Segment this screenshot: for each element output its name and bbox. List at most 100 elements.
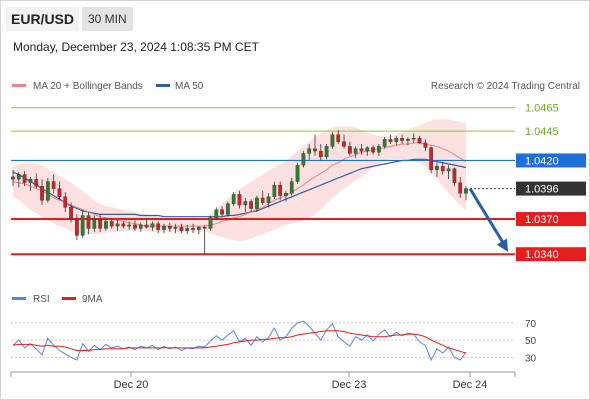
rsi-tick-label: 50 — [525, 336, 537, 347]
rsi-legend-swatch — [12, 297, 26, 300]
ma50-legend-label: MA 50 — [175, 81, 204, 92]
candle-bull-body — [16, 174, 21, 180]
candle-bear-body — [75, 218, 79, 236]
candle-bull-body — [307, 148, 312, 154]
candle-bear-body — [359, 148, 364, 152]
candle-bear-body — [400, 138, 404, 141]
candle-bull-body — [272, 184, 277, 197]
candle-bull-body — [394, 138, 399, 142]
candle-bear-body — [417, 138, 422, 144]
candle-bear-body — [249, 201, 253, 209]
rsi-ma-legend-label: 9MA — [82, 294, 103, 305]
resistance-label: 1.0465 — [525, 103, 559, 115]
candle-bull-body — [45, 181, 50, 201]
forecast-arrow — [468, 187, 508, 252]
candle-bear-body — [388, 139, 393, 142]
candle-bear-body — [342, 141, 346, 147]
x-tick-label: Dec 20 — [114, 379, 149, 391]
candle-bull-body — [243, 201, 248, 206]
candle-bear-body — [69, 207, 73, 220]
candle-bull-body — [80, 215, 85, 236]
candle-bull-body — [284, 193, 288, 196]
x-axis: Dec 20 Dec 23 Dec 24 — [10, 372, 516, 391]
candle-bull-body — [226, 203, 230, 215]
candle-bear-body — [156, 223, 161, 230]
support-label: 1.0370 — [525, 214, 559, 226]
ma20-legend-swatch — [12, 84, 26, 87]
candle-bear-body — [133, 224, 137, 229]
candle-bull-body — [464, 188, 468, 194]
current-price-label: 1.0396 — [525, 184, 559, 196]
rsi-legend-label: RSI — [33, 294, 50, 305]
price-chart: MA 20 + Bollinger Bands MA 50 Research ©… — [10, 81, 586, 391]
candle-bear-body — [423, 142, 428, 148]
candle-bull-body — [208, 217, 213, 229]
candle-bear-body — [191, 228, 195, 230]
candle-bull-body — [185, 228, 190, 231]
candle-bear-body — [109, 221, 114, 227]
candle-bull-body — [255, 197, 259, 209]
x-tick-label: Dec 24 — [453, 379, 488, 391]
candle-bear-body — [34, 179, 39, 187]
candle-bull-body — [231, 194, 236, 204]
candle-bull-body — [162, 225, 166, 230]
candle-bull-body — [406, 139, 410, 141]
candle-bear-body — [318, 150, 323, 158]
candle-bear-body — [440, 166, 445, 172]
candle-bear-body — [63, 196, 68, 208]
candle-bull-body — [377, 146, 381, 153]
candle — [301, 151, 306, 168]
candle-bear-body — [51, 181, 56, 189]
candle — [45, 178, 50, 203]
ma50-legend-swatch — [156, 84, 170, 87]
ma20-legend-label: MA 20 + Bollinger Bands — [33, 81, 143, 92]
candle-bear-body — [22, 174, 27, 183]
rsi-panel: 70 50 30 — [11, 319, 537, 364]
candle-bull-body — [324, 146, 329, 158]
x-tick-label: Dec 23 — [332, 379, 367, 391]
source-label: Research © 2024 Trading Central — [431, 81, 580, 92]
candle-bull-body — [138, 224, 143, 229]
candle — [330, 132, 335, 149]
candle-bear-body — [179, 227, 184, 231]
resistance-label: 1.0445 — [525, 126, 559, 138]
candle-bull-body — [104, 221, 108, 229]
support-label: 1.0340 — [525, 249, 559, 261]
candle-bull-body — [353, 148, 358, 154]
pivot-label: 1.0420 — [525, 155, 559, 167]
candle-bull-body — [266, 196, 271, 203]
candle-bull-body — [214, 209, 219, 219]
candle-bear-body — [98, 218, 102, 229]
rsi-tick-label: 30 — [525, 353, 537, 364]
candle — [429, 146, 434, 174]
candle-bear-body — [336, 134, 341, 142]
forecast-arrow-shaft — [468, 187, 507, 247]
candle-bear-body — [121, 223, 126, 227]
candle-bull-body — [301, 153, 306, 166]
rsi-tick-label: 70 — [525, 319, 537, 330]
candle-bear-body — [371, 147, 375, 153]
candle-bull-body — [127, 224, 132, 227]
candle-bull-body — [330, 134, 335, 147]
candle-bull-body — [92, 218, 97, 229]
candle-bull-body — [295, 164, 300, 182]
candle-bear-body — [167, 225, 172, 229]
candle — [226, 201, 230, 217]
candle-bear-body — [452, 168, 457, 183]
candle-bull-body — [411, 138, 416, 140]
candle-bull-body — [150, 223, 155, 228]
candle-bear-body — [57, 188, 62, 197]
candle-bear-body — [347, 146, 352, 154]
candle-bull-body — [289, 181, 294, 194]
candle-bear-body — [86, 215, 91, 229]
candle-bear-body — [40, 186, 44, 201]
candle-bear-body — [11, 176, 15, 180]
candle-bear-body — [260, 197, 265, 203]
candle-bull-body — [115, 223, 120, 227]
candle-bear-body — [278, 184, 283, 196]
candle-bull-body — [196, 227, 201, 230]
candle-bull-body — [28, 179, 33, 183]
candle-bear-body — [429, 147, 434, 170]
candle-bull-body — [365, 147, 370, 152]
candle-bull-body — [435, 166, 439, 170]
